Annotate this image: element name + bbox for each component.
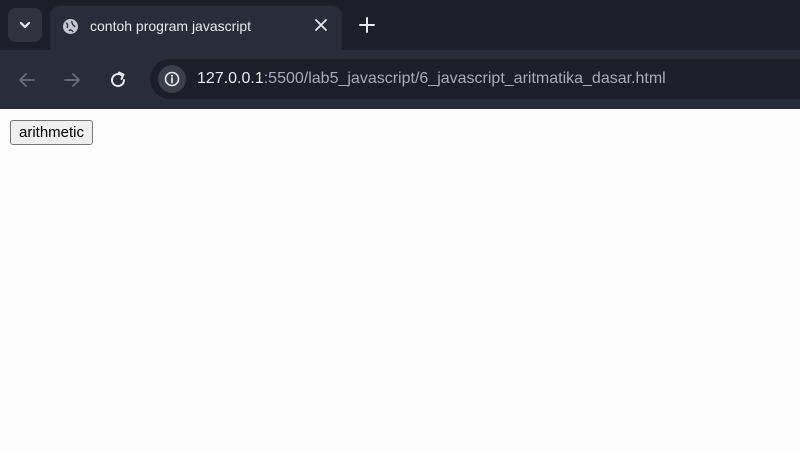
site-info-button[interactable] bbox=[158, 65, 186, 93]
reload-icon[interactable] bbox=[108, 70, 128, 90]
tab-search-button[interactable] bbox=[8, 8, 42, 42]
arrow-right-icon[interactable] bbox=[62, 70, 82, 90]
close-icon[interactable] bbox=[314, 18, 328, 32]
globe-icon bbox=[63, 19, 78, 34]
browser-tab[interactable]: contoh program javascript bbox=[50, 6, 342, 50]
arrow-left-icon[interactable] bbox=[17, 70, 37, 90]
url-host: 127.0.0.1 bbox=[197, 70, 264, 87]
info-icon bbox=[164, 71, 180, 87]
arithmetic-button[interactable]: arithmetic bbox=[10, 120, 94, 145]
page-content: arithmetic bbox=[0, 109, 800, 450]
browser-toolbar: 127.0.0.1:5500/lab5_javascript/6_javascr… bbox=[0, 50, 800, 109]
plus-icon[interactable] bbox=[358, 16, 376, 34]
address-bar[interactable]: 127.0.0.1:5500/lab5_javascript/6_javascr… bbox=[150, 59, 800, 99]
tab-title: contoh program javascript bbox=[90, 18, 252, 34]
url-text: 127.0.0.1:5500/lab5_javascript/6_javascr… bbox=[197, 70, 666, 88]
url-path: :5500/lab5_javascript/6_javascript_aritm… bbox=[263, 70, 666, 87]
chevron-down-icon bbox=[19, 21, 31, 29]
tab-strip: contoh program javascript bbox=[0, 0, 800, 50]
